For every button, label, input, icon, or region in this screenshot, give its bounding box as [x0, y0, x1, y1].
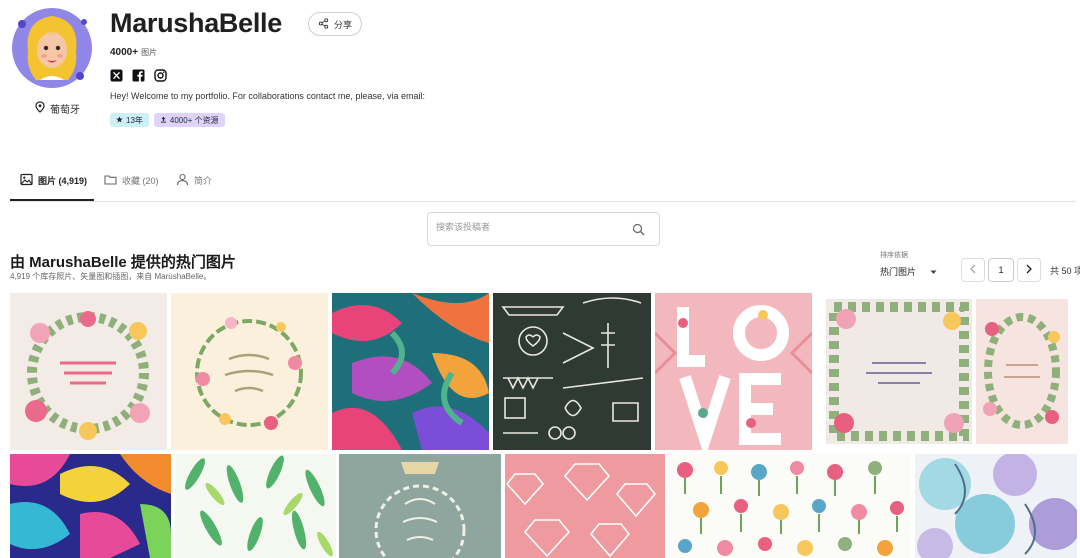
image-tile-green-leaves-pattern[interactable]	[175, 454, 336, 558]
chevron-left-icon	[969, 261, 977, 279]
badge-assets: 4000+ 个资源	[153, 113, 225, 127]
section-subtitle: 4,919 个库存照片、矢量图和插图，来自 MarushaBelle。	[10, 272, 212, 281]
social-links	[110, 69, 167, 82]
tab-collections[interactable]: 收藏 (20)	[104, 170, 159, 190]
asset-count: 4000+ 图片	[110, 47, 157, 58]
badge-years: 13年	[110, 113, 149, 127]
contributor-search	[427, 212, 660, 246]
image-tile-bright-tropical-pattern[interactable]	[10, 454, 171, 558]
chevron-right-icon	[1025, 261, 1033, 279]
badge-years-label: 13年	[126, 115, 143, 125]
share-icon	[318, 17, 329, 31]
image-tile-happy-mothers-day-frame[interactable]	[826, 299, 972, 444]
active-tab-indicator	[10, 199, 94, 201]
user-icon	[176, 173, 189, 188]
share-label: 分享	[334, 19, 353, 30]
page-total: 共 50 项	[1050, 265, 1080, 276]
tab-collections-label: 收藏 (20)	[122, 175, 159, 186]
tab-images[interactable]: 图片 (4,919)	[20, 170, 87, 190]
badge-assets-label: 4000+ 个资源	[169, 115, 219, 125]
tab-images-label: 图片 (4,919)	[38, 175, 88, 186]
star-icon	[116, 115, 123, 125]
location-pin-icon	[34, 101, 46, 116]
section-title: 由 MarushaBelle 提供的热门图片	[10, 254, 236, 271]
image-tile-floral-elements-set[interactable]	[669, 454, 911, 558]
tab-about[interactable]: 简介	[176, 170, 212, 190]
share-button[interactable]: 分享	[308, 12, 363, 36]
upload-icon	[160, 116, 167, 125]
caret-down-icon	[930, 267, 937, 277]
profile-tabs: 图片 (4,919) 收藏 (20) 简介	[10, 158, 1076, 202]
image-tile-mothers-day-card[interactable]	[10, 293, 167, 450]
tab-about-label: 简介	[194, 175, 213, 186]
x-icon[interactable]	[110, 69, 123, 82]
sort-label: 排序依据	[880, 252, 908, 259]
profile-name: MarushaBelle	[110, 8, 282, 38]
image-tile-chalkboard-doodles[interactable]	[493, 293, 651, 450]
prev-page-button[interactable]	[961, 258, 985, 282]
location: 葡萄牙	[34, 101, 80, 116]
image-tile-watercolor-roses[interactable]	[915, 454, 1077, 558]
next-page-button[interactable]	[1017, 258, 1041, 282]
sort-dropdown[interactable]: 排序依据 热门图片	[880, 250, 937, 278]
facebook-icon[interactable]	[132, 69, 145, 82]
profile-bio: Hey! Welcome to my portfolio. For collab…	[110, 91, 425, 101]
pagination: 1 共 50 项	[961, 258, 1080, 282]
folder-icon	[104, 173, 117, 188]
avatar	[10, 6, 94, 90]
image-tile-hello-wreath[interactable]	[339, 454, 501, 558]
profile-badges: 13年 4000+ 个资源	[110, 113, 225, 127]
image-tile-tropical-flowers-pattern[interactable]	[332, 293, 489, 450]
sort-value: 热门图片	[880, 267, 917, 277]
page-number-input[interactable]: 1	[988, 258, 1014, 282]
image-tile-love-letters[interactable]	[655, 293, 812, 450]
image-tile-diamond-pattern[interactable]	[505, 454, 665, 558]
image-tile-thank-you-card[interactable]	[976, 299, 1068, 444]
asset-count-unit: 图片	[141, 48, 158, 57]
image-icon	[20, 173, 33, 188]
search-icon[interactable]	[632, 223, 645, 236]
location-label: 葡萄牙	[50, 105, 80, 116]
search-input[interactable]	[436, 222, 626, 232]
instagram-icon[interactable]	[154, 69, 167, 82]
sort-select[interactable]: 热门图片	[880, 265, 937, 278]
asset-count-value: 4000+	[110, 47, 139, 58]
image-tile-floral-wreath[interactable]	[171, 293, 328, 450]
